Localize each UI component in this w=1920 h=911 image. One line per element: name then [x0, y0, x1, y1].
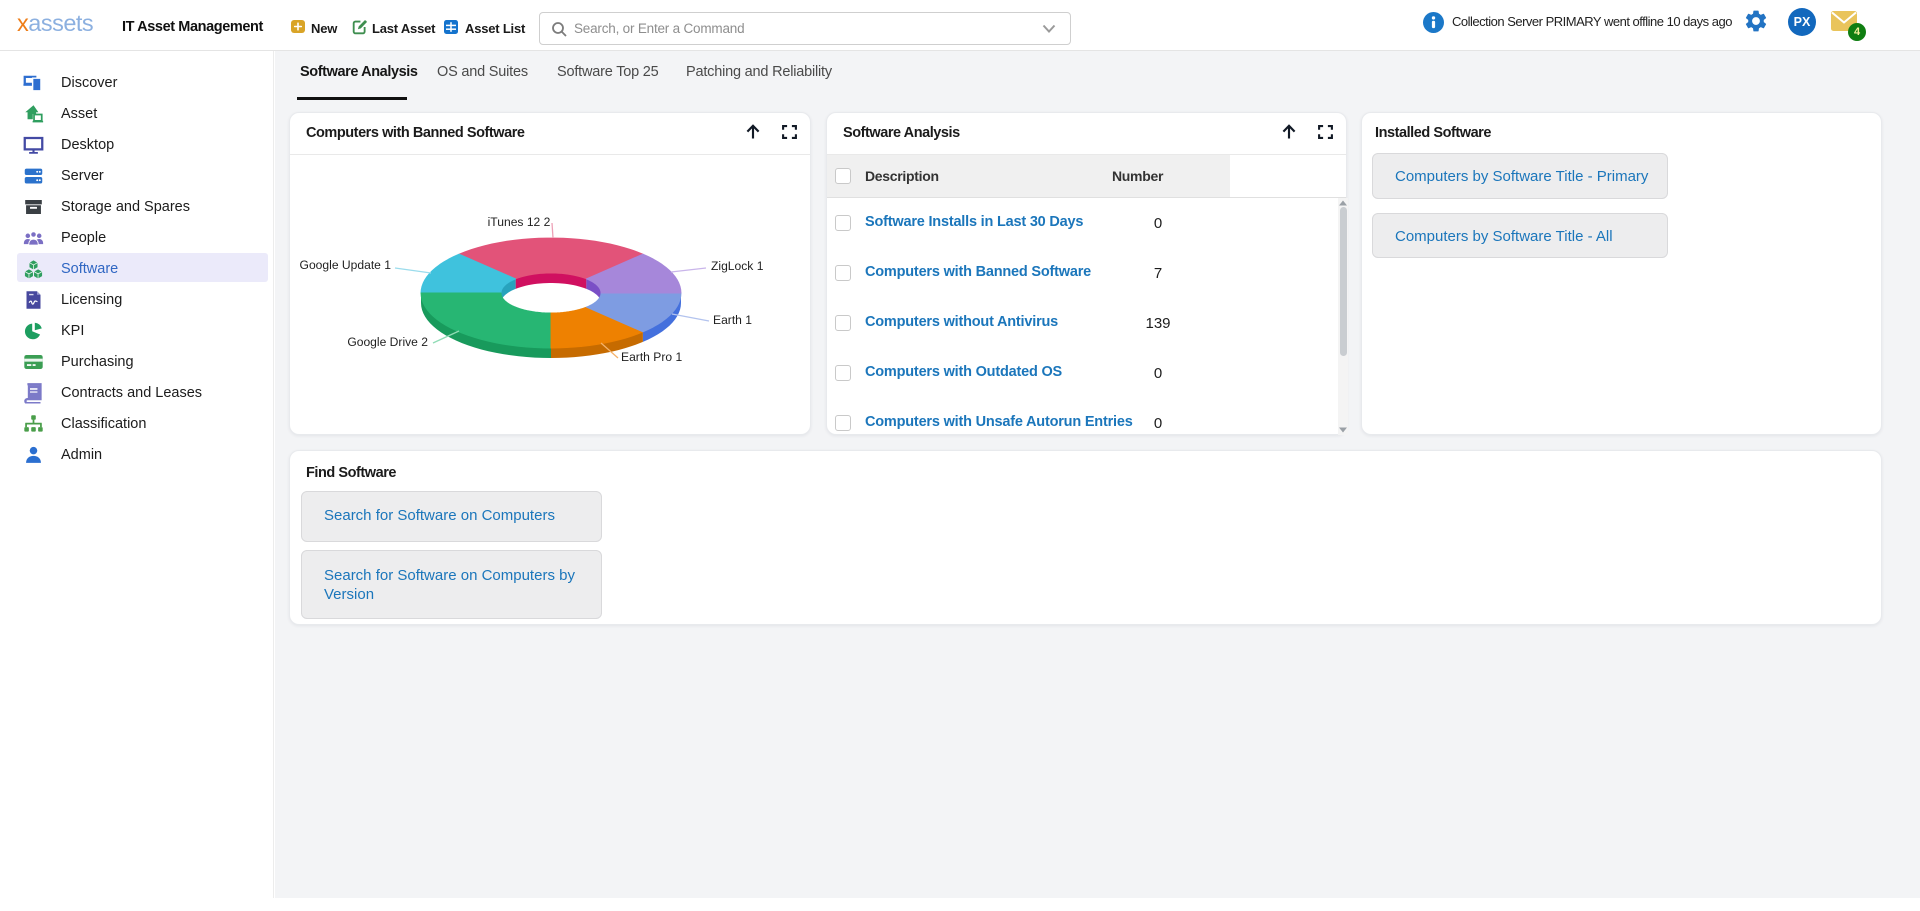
svg-text:iTunes 12 2: iTunes 12 2: [488, 215, 551, 229]
svg-text:ZigLock 1: ZigLock 1: [711, 259, 764, 273]
svg-text:Earth Pro 1: Earth Pro 1: [621, 350, 682, 364]
svg-text:Google Drive 2: Google Drive 2: [347, 335, 428, 349]
svg-text:Earth 1: Earth 1: [713, 313, 752, 327]
svg-text:Google Update 1: Google Update 1: [300, 258, 392, 272]
